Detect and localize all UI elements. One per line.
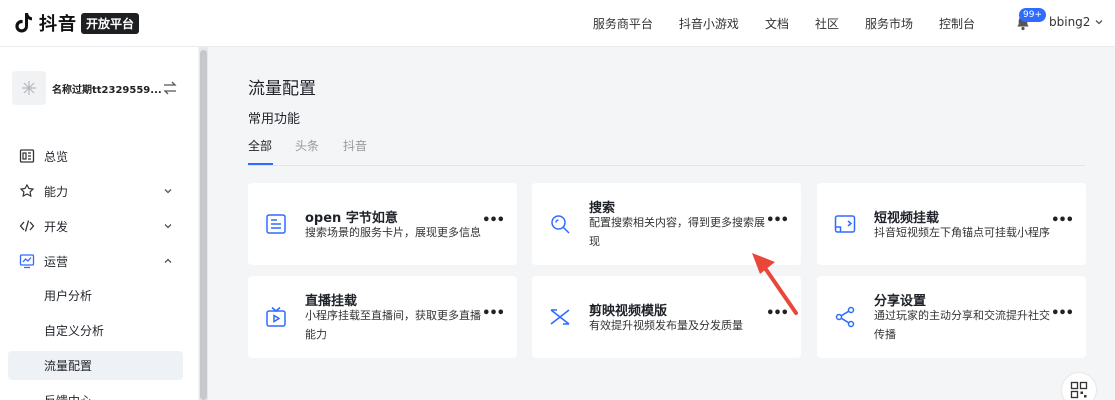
qr-code-button[interactable] (1061, 372, 1097, 400)
capcut-icon (550, 309, 570, 325)
nav-docs[interactable]: 文档 (765, 15, 789, 32)
sidebar-item-capability[interactable]: 能力 (8, 176, 183, 206)
feature-card-capcut-template[interactable]: 剪映视频模版 有效提升视频发布量及分发质量 ••• (532, 276, 801, 358)
sidebar-item-develop[interactable]: 开发 (8, 211, 183, 241)
card-description: 小程序挂载至直播间，获取更多直播能力 (305, 309, 481, 341)
video-mount-icon (834, 215, 856, 233)
card-description: 通过玩家的主动分享和交流提升社交传播 (874, 309, 1050, 341)
main-content: 流量配置 常用功能 全部 头条 抖音 open 字节如意 搜索场景的服务卡片，展… (208, 47, 1115, 400)
logo-text: 抖音 (39, 14, 77, 35)
chevron-down-icon (164, 224, 172, 229)
top-nav: 服务商平台 抖音小游戏 文档 社区 服务市场 控制台 (567, 0, 975, 46)
more-options-icon[interactable]: ••• (766, 306, 789, 321)
logo[interactable]: 抖音 开放平台 (12, 10, 140, 36)
more-options-icon[interactable]: ••• (766, 213, 789, 228)
tab-bar: 全部 头条 抖音 (248, 137, 1085, 166)
sidebar-subitem-user-analysis[interactable]: 用户分析 (8, 281, 183, 310)
sidebar-subitem-traffic-config[interactable]: 流量配置 (8, 351, 183, 380)
nav-service-provider[interactable]: 服务商平台 (593, 15, 653, 32)
capability-icon (19, 183, 35, 198)
card-icon (266, 214, 286, 234)
sidebar-item-overview[interactable]: 总览 (8, 141, 183, 171)
active-tab-indicator (248, 163, 273, 165)
sidebar-subitem-feedback[interactable]: 反馈中心 (8, 386, 183, 400)
notification-badge: 99+ (1019, 8, 1046, 22)
logo-badge: 开放平台 (81, 12, 140, 34)
nav-service-market[interactable]: 服务市场 (865, 15, 913, 32)
section-title: 常用功能 (248, 112, 301, 127)
sidebar-item-label: 能力 (44, 184, 69, 199)
overview-icon (19, 149, 35, 163)
feature-card-share-settings[interactable]: 分享设置 通过玩家的主动分享和交流提升社交传播 ••• (817, 276, 1086, 358)
sidebar-scroll-thumb[interactable] (200, 50, 207, 400)
username[interactable]: bbing2 (1049, 15, 1090, 29)
operations-chart-icon (19, 254, 35, 269)
card-description: 抖音短视频左下角锚点可挂载小程序 (874, 226, 1050, 239)
sidebar-item-label: 运营 (44, 254, 69, 269)
feature-card-open-ruyi[interactable]: open 字节如意 搜索场景的服务卡片，展现更多信息 ••• (248, 183, 517, 265)
app-avatar (12, 71, 46, 105)
chevron-up-icon (164, 258, 172, 263)
sidebar-subitem-custom-analysis[interactable]: 自定义分析 (8, 316, 183, 345)
app-name: 名称过期tt2329559... (52, 84, 162, 96)
live-icon (266, 306, 286, 327)
douyin-logo-icon (15, 13, 33, 33)
feature-card-short-video-mount[interactable]: 短视频挂载 抖音短视频左下角锚点可挂载小程序 ••• (817, 183, 1086, 265)
code-icon (19, 220, 35, 232)
sidebar-subitem-label: 反馈中心 (44, 392, 92, 400)
sidebar-subitem-label: 流量配置 (44, 359, 93, 373)
sidebar-item-operations[interactable]: 运营 (8, 246, 183, 276)
card-description: 配置搜索相关内容，得到更多搜索展现 (589, 216, 765, 248)
nav-community[interactable]: 社区 (815, 15, 839, 32)
card-description: 有效提升视频发布量及分发质量 (589, 319, 743, 332)
sidebar-subitem-label: 用户分析 (44, 289, 93, 303)
share-icon (835, 306, 855, 328)
tab-douyin[interactable]: 抖音 (343, 137, 367, 166)
nav-mini-games[interactable]: 抖音小游戏 (679, 15, 739, 32)
more-options-icon[interactable]: ••• (1051, 306, 1074, 321)
switch-app-icon[interactable] (162, 81, 178, 95)
app-placeholder-icon (22, 81, 36, 95)
qr-code-icon (1070, 381, 1088, 399)
sidebar: 名称过期tt2329559... 总览 能力 开发 运营 用户分析 自定义分析 … (0, 47, 198, 400)
tab-toutiao[interactable]: 头条 (295, 137, 319, 166)
search-icon (551, 215, 570, 234)
nav-console[interactable]: 控制台 (939, 15, 975, 32)
top-header: 抖音 开放平台 服务商平台 抖音小游戏 文档 社区 服务市场 控制台 99+ b… (0, 0, 1115, 47)
page-title: 流量配置 (248, 79, 316, 99)
sidebar-item-label: 总览 (44, 149, 69, 164)
card-description: 搜索场景的服务卡片，展现更多信息 (305, 226, 481, 239)
sidebar-item-label: 开发 (44, 219, 69, 234)
app-selector[interactable]: 名称过期tt2329559... (12, 71, 186, 105)
feature-card-search[interactable]: 搜索 配置搜索相关内容，得到更多搜索展现 ••• (532, 183, 801, 265)
more-options-icon[interactable]: ••• (482, 213, 505, 228)
chevron-down-icon (164, 189, 172, 194)
sidebar-subitem-label: 自定义分析 (44, 324, 105, 338)
more-options-icon[interactable]: ••• (482, 306, 505, 321)
feature-card-live-mount[interactable]: 直播挂载 小程序挂载至直播间，获取更多直播能力 ••• (248, 276, 517, 358)
more-options-icon[interactable]: ••• (1051, 213, 1074, 228)
chevron-down-icon[interactable] (1094, 17, 1104, 27)
tab-all[interactable]: 全部 (248, 137, 272, 166)
